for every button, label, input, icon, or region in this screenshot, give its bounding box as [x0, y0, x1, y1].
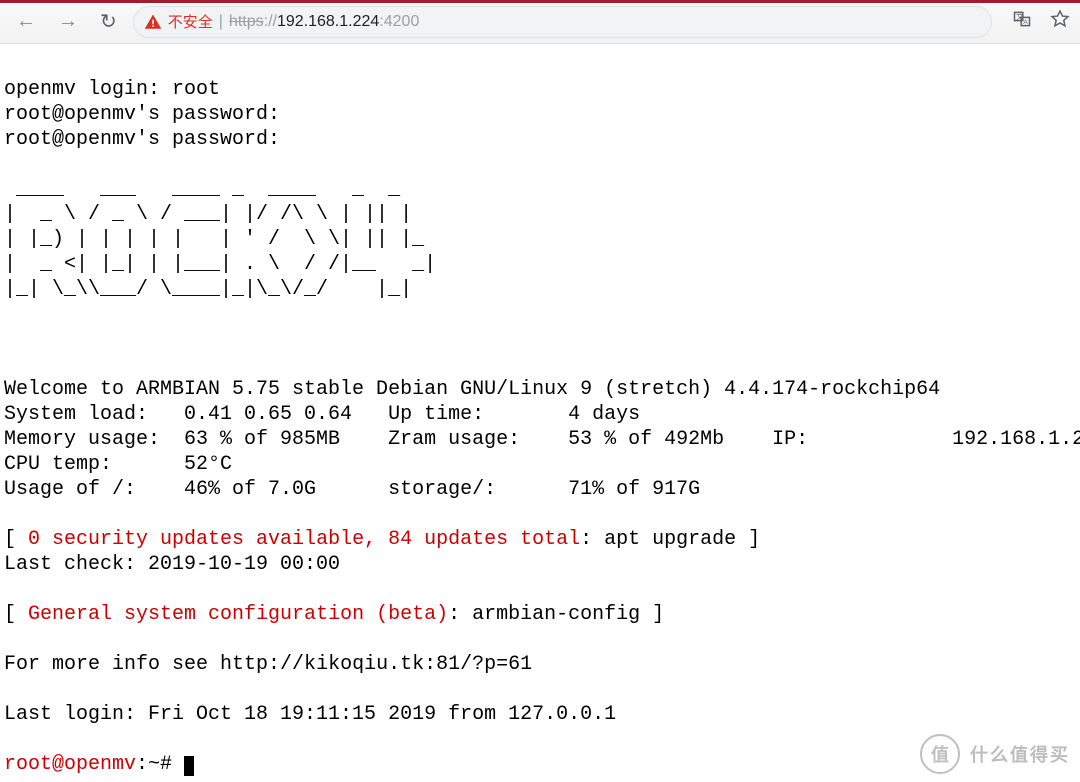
ascii-art-line: | |_) | | | | | | ' / \ \| || |_ [4, 228, 436, 251]
disk-usage-line: Usage of /: 46% of 7.0G storage/: 71% of… [4, 478, 700, 501]
back-button[interactable]: ← [10, 6, 42, 37]
url-display: https://192.168.1.224:4200 [229, 13, 419, 31]
ascii-art-line: | _ <| |_| | |___| . \ / /|__ _| [4, 253, 436, 276]
warning-icon [144, 13, 162, 31]
address-bar[interactable]: 不安全 | https://192.168.1.224:4200 [133, 6, 992, 38]
shell-prompt: root@openmv:~# [4, 753, 194, 776]
insecure-label: 不安全 [168, 11, 213, 32]
last-login-line: Last login: Fri Oct 18 19:11:15 2019 fro… [4, 703, 616, 726]
reload-button[interactable]: ↻ [94, 5, 123, 38]
svg-text:A: A [1023, 19, 1028, 26]
watermark: 值 什么值得买 [920, 734, 1070, 774]
watermark-badge: 值 [920, 734, 960, 774]
password-line: root@openmv's password: [4, 103, 280, 126]
ascii-art-line: |_| \_\\___/ \____|_|\_\/_/ |_| [4, 278, 436, 301]
ascii-art-line: | _ \ / _ \ / ___| |/ /\ \ | || | [4, 203, 436, 226]
forward-button[interactable]: → [52, 6, 84, 37]
separator: | [219, 13, 223, 31]
welcome-line: Welcome to ARMBIAN 5.75 stable Debian GN… [4, 378, 940, 401]
login-prompt: openmv login: root [4, 78, 220, 101]
security-updates-line: [ 0 security updates available, 84 updat… [4, 528, 760, 551]
ascii-art-line: ____ ___ ____ _ ____ _ _ [4, 178, 436, 201]
last-check-line: Last check: 2019-10-19 00:00 [4, 553, 340, 576]
watermark-text: 什么值得买 [970, 741, 1070, 767]
cursor [184, 756, 194, 776]
password-line: root@openmv's password: [4, 128, 280, 151]
memory-line: Memory usage: 63 % of 985MB Zram usage: … [4, 428, 1080, 451]
translate-icon[interactable]: 文A [1012, 9, 1032, 35]
info-url[interactable]: http://kikoqiu.tk:81/?p=61 [220, 653, 532, 676]
more-info-line: For more info see http://kikoqiu.tk:81/?… [4, 653, 532, 676]
system-load-line: System load: 0.41 0.65 0.64 Up time: 4 d… [4, 403, 640, 426]
cpu-temp-line: CPU temp: 52°C [4, 453, 232, 476]
bookmark-star-icon[interactable] [1050, 9, 1070, 35]
terminal-output[interactable]: openmv login: root root@openmv's passwor… [0, 44, 1080, 779]
general-config-line: [ General system configuration (beta): a… [4, 603, 664, 626]
browser-toolbar: ← → ↻ 不安全 | https://192.168.1.224:4200 文… [0, 0, 1080, 44]
toolbar-actions: 文A [1012, 9, 1070, 35]
